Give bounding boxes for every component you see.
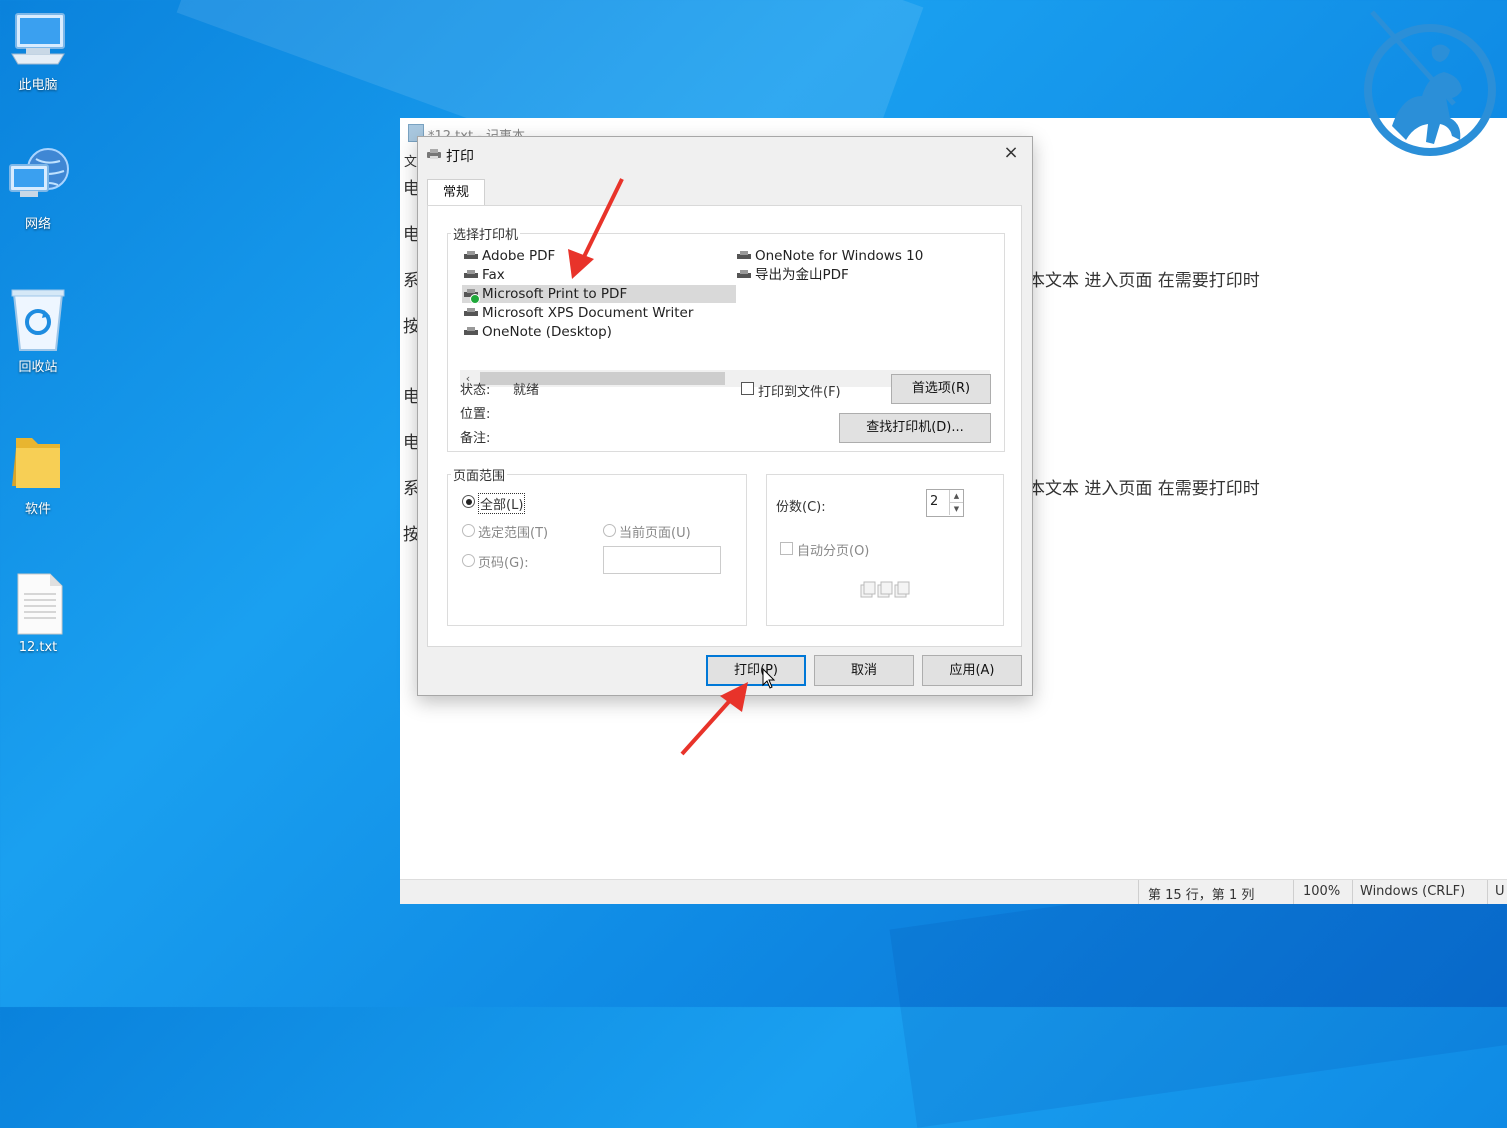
text-line-right: 本文本 进入页面 在需要打印时 <box>1028 479 1260 499</box>
radio-selection[interactable] <box>462 524 475 537</box>
desktop-icon-this-pc[interactable]: 此电脑 <box>6 6 70 93</box>
collate-checkbox[interactable] <box>780 542 793 555</box>
copies-label: 份数(C): <box>776 500 826 515</box>
printer-item[interactable]: OneNote (Desktop) <box>462 323 612 341</box>
pages-input[interactable] <box>603 546 721 574</box>
printer-icon <box>737 251 751 259</box>
printer-icon <box>464 270 478 278</box>
status-value: 就绪 <box>513 383 540 398</box>
desktop-icon-label: 回收站 <box>18 360 58 375</box>
printer-item[interactable]: OneNote for Windows 10 <box>735 247 923 265</box>
radio-current-page-label: 当前页面(U) <box>619 526 691 541</box>
print-to-file-label: 打印到文件(F) <box>758 385 841 400</box>
printer-icon <box>427 149 441 159</box>
page-range-group: 页面范围 全部(L) 选定范围(T) 当前页面(U) 页码(G): <box>447 465 747 626</box>
radio-current-page[interactable] <box>603 524 616 537</box>
print-to-file-checkbox[interactable] <box>741 382 754 395</box>
desktop-icon-text-file[interactable]: 12.txt <box>6 572 70 655</box>
status-position: 第 15 行，第 1 列 <box>1148 888 1255 903</box>
copies-stepper[interactable]: 2 ▲ ▼ <box>926 489 964 517</box>
radio-all[interactable] <box>462 495 475 508</box>
status-encoding: U <box>1495 884 1505 899</box>
preferences-button[interactable]: 首选项(R) <box>891 374 991 404</box>
text-line-right: 本文本 进入页面 在需要打印时 <box>1028 271 1260 291</box>
close-button[interactable]: × <box>1000 142 1022 164</box>
desktop-icon-recycle-bin[interactable]: 回收站 <box>6 288 70 375</box>
printer-item[interactable]: Fax <box>462 266 505 284</box>
cancel-button[interactable]: 取消 <box>814 655 914 686</box>
printer-item-selected[interactable]: Microsoft Print to PDF <box>462 285 736 304</box>
printer-item[interactable]: 导出为金山PDF <box>735 266 849 284</box>
printer-item[interactable]: Adobe PDF <box>462 247 555 265</box>
collate-pages-icon <box>860 581 910 598</box>
status-label: 状态: <box>460 383 491 398</box>
desktop-icon-label: 软件 <box>24 502 51 517</box>
status-bar: 第 15 行，第 1 列 100% Windows (CRLF) U <box>400 879 1507 904</box>
find-printer-button[interactable]: 查找打印机(D)... <box>839 413 991 443</box>
printer-icon <box>737 270 751 278</box>
page-range-caption: 页面范围 <box>451 465 508 484</box>
printer-item[interactable]: Microsoft XPS Document Writer <box>462 304 693 322</box>
radio-pages-label: 页码(G): <box>478 556 529 571</box>
desktop-icon-label: 网络 <box>24 217 51 232</box>
status-zoom: 100% <box>1303 884 1341 899</box>
print-button[interactable]: 打印(P) <box>706 655 806 686</box>
apply-button[interactable]: 应用(A) <box>922 655 1022 686</box>
menu-file[interactable]: 文 <box>404 151 417 170</box>
radio-pages[interactable] <box>462 554 475 567</box>
network-icon <box>6 145 70 209</box>
desktop-icon-network[interactable]: 网络 <box>6 145 70 232</box>
increment-icon[interactable]: ▲ <box>949 490 963 503</box>
recycle-bin-icon <box>6 288 70 352</box>
select-printer-caption: 选择打印机 <box>451 224 521 243</box>
location-label: 位置: <box>460 407 491 422</box>
folder-icon <box>6 430 70 494</box>
desktop-icon-folder[interactable]: 软件 <box>6 430 70 517</box>
tab-general[interactable]: 常规 <box>427 179 485 206</box>
decrement-icon[interactable]: ▼ <box>949 503 963 515</box>
this-pc-icon <box>6 6 70 70</box>
collate-label: 自动分页(O) <box>797 544 870 559</box>
desktop-icon-label: 12.txt <box>18 640 58 655</box>
general-tab-panel: 选择打印机 Adobe PDF Fax Microsoft Print to P… <box>427 205 1022 647</box>
print-dialog: 打印 × 常规 选择打印机 Adobe PDF Fax Microsoft Pr… <box>417 136 1033 696</box>
radio-all-label: 全部(L) <box>478 493 526 514</box>
comment-label: 备注: <box>460 431 491 446</box>
printer-icon <box>464 308 478 316</box>
copies-value: 2 <box>930 494 939 509</box>
copies-group: 份数(C): 2 ▲ ▼ 自动分页(O) <box>766 474 1004 626</box>
radio-selection-label: 选定范围(T) <box>478 526 549 541</box>
desktop-icon-label: 此电脑 <box>18 78 58 93</box>
select-printer-group: 选择打印机 Adobe PDF Fax Microsoft Print to P… <box>447 224 1005 452</box>
status-line-ending: Windows (CRLF) <box>1360 884 1466 899</box>
watermark-logo <box>1362 8 1502 158</box>
default-check-icon <box>470 294 480 304</box>
text-file-icon <box>6 572 70 636</box>
printer-icon <box>464 327 478 335</box>
dialog-title: 打印 <box>446 149 474 165</box>
printer-icon <box>464 251 478 259</box>
